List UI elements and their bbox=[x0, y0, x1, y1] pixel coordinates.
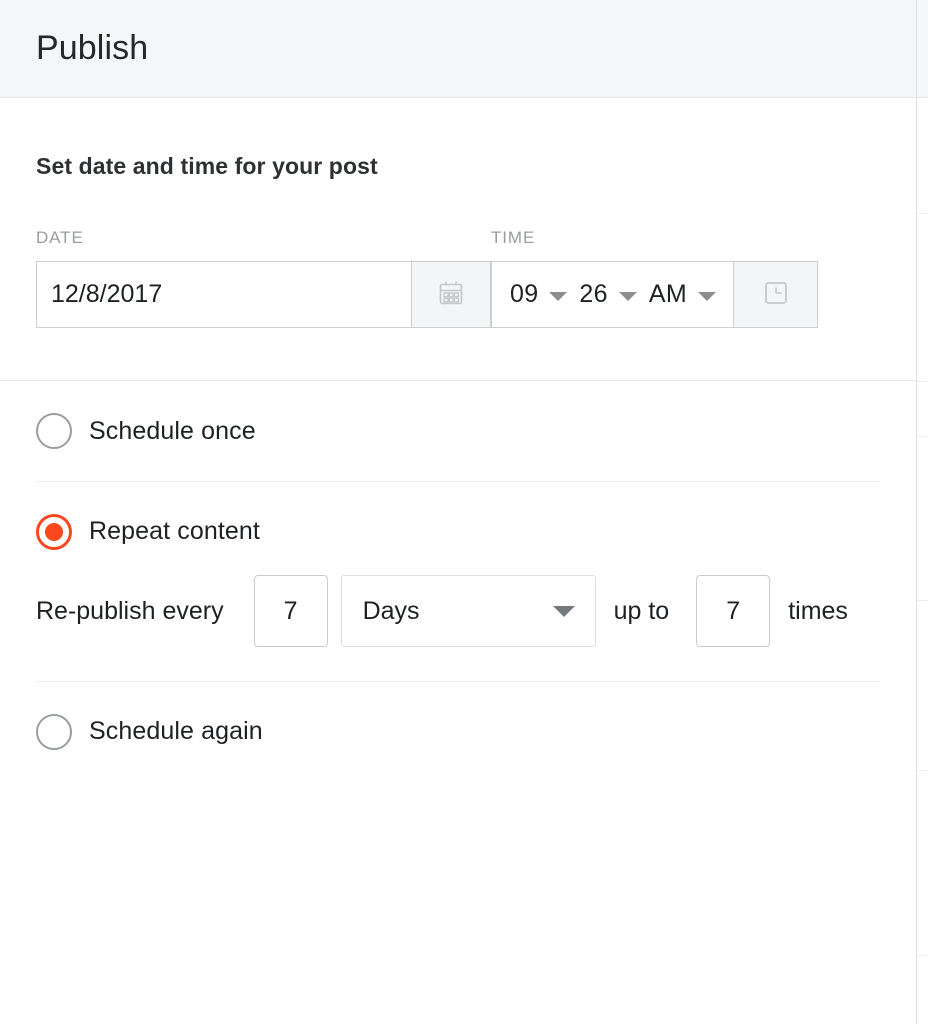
meridiem-value: AM bbox=[649, 280, 687, 309]
hour-select[interactable]: 09 bbox=[510, 280, 567, 309]
repeat-interval-input[interactable] bbox=[254, 575, 328, 647]
minute-select[interactable]: 26 bbox=[579, 280, 636, 309]
time-spinner: 09 26 AM bbox=[492, 262, 733, 327]
publish-drawer: Publish Set date and time for your post … bbox=[0, 0, 917, 1024]
date-field-group: DATE bbox=[36, 228, 491, 328]
repeat-times-input[interactable] bbox=[696, 575, 770, 647]
time-field-group: TIME 09 26 AM bbox=[491, 228, 821, 328]
chevron-down-icon bbox=[553, 606, 575, 617]
radio-schedule-once[interactable] bbox=[36, 413, 72, 449]
up-to-label: up to bbox=[614, 597, 670, 626]
time-label: TIME bbox=[491, 228, 821, 248]
date-time-fields: DATE bbox=[36, 228, 880, 328]
drawer-header: Publish bbox=[0, 0, 916, 98]
chevron-down-icon bbox=[619, 292, 637, 301]
date-time-section: Set date and time for your post DATE bbox=[0, 98, 916, 381]
chevron-down-icon bbox=[549, 292, 567, 301]
hour-value: 09 bbox=[510, 280, 538, 309]
schedule-option-row[interactable]: Schedule again bbox=[36, 681, 880, 781]
meridiem-select[interactable]: AM bbox=[649, 280, 716, 309]
repeat-config-row: Re-publish every Days up to times bbox=[36, 575, 880, 681]
chevron-down-icon bbox=[698, 292, 716, 301]
calendar-picker-button[interactable] bbox=[411, 262, 490, 327]
repeat-unit-value: Days bbox=[363, 597, 420, 626]
date-label: DATE bbox=[36, 228, 491, 248]
date-input-group bbox=[36, 261, 491, 328]
times-label: times bbox=[788, 597, 848, 626]
calendar-icon bbox=[436, 278, 466, 311]
schedule-again-label: Schedule again bbox=[89, 717, 263, 746]
radio-schedule-again[interactable] bbox=[36, 714, 72, 750]
schedule-option-row[interactable]: Repeat content bbox=[36, 481, 880, 581]
schedule-options-section: Schedule once Repeat content Re-publish … bbox=[0, 381, 916, 821]
section-heading: Set date and time for your post bbox=[36, 153, 880, 180]
bottom-spacer bbox=[36, 781, 880, 821]
clock-icon bbox=[761, 278, 791, 311]
time-picker-button[interactable] bbox=[733, 262, 817, 327]
page-title: Publish bbox=[36, 30, 148, 67]
minute-value: 26 bbox=[579, 280, 607, 309]
republish-every-label: Re-publish every bbox=[36, 597, 224, 626]
repeat-unit-select[interactable]: Days bbox=[341, 575, 596, 647]
repeat-content-label: Repeat content bbox=[89, 517, 260, 546]
schedule-option-row[interactable]: Schedule once bbox=[36, 381, 880, 481]
date-input[interactable] bbox=[37, 262, 411, 327]
radio-repeat-content[interactable] bbox=[36, 514, 72, 550]
schedule-once-label: Schedule once bbox=[89, 417, 256, 446]
time-input-group: 09 26 AM bbox=[491, 261, 818, 328]
